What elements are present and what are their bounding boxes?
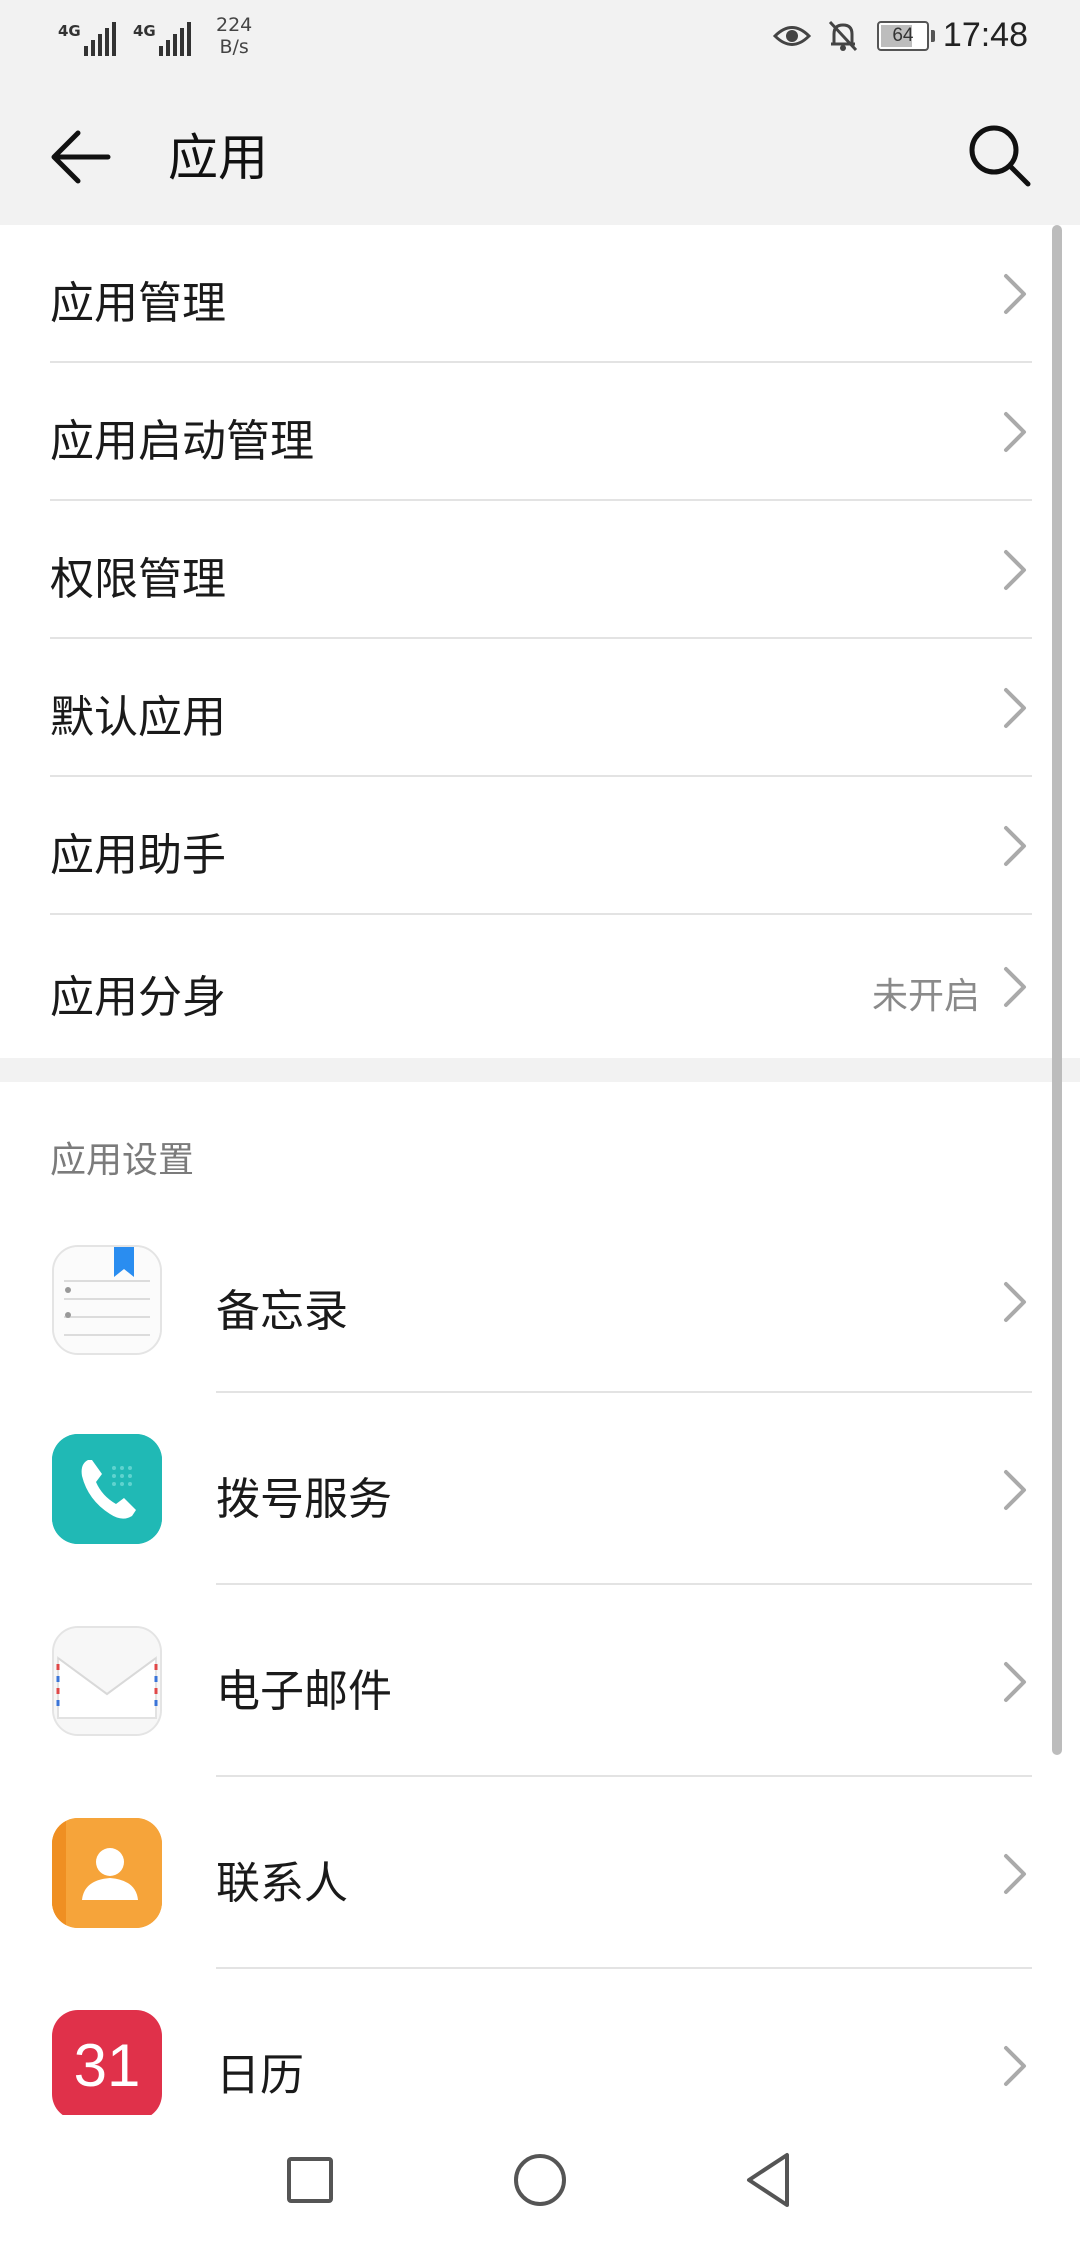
signal-1: 4G [58,16,119,56]
menu-item-permission-management[interactable]: 权限管理 [0,501,1080,639]
chevron-right-icon [1004,2046,1026,2086]
menu-item-app-twin[interactable]: 应用分身 未开启 [0,915,1080,1058]
chevron-right-icon [1004,967,1026,1007]
app-bar: 应用 [0,80,1080,225]
home-icon [514,2154,566,2206]
signal-bars-icon [84,22,119,56]
network-speed-value: 224 [216,14,253,36]
app-item-label: 电子邮件 [216,1666,392,1717]
section-separator [0,1058,1080,1082]
clock: 17:48 [942,16,1028,54]
app-item-label: 备忘录 [216,1286,348,1337]
menu-item-label: 默认应用 [50,692,226,743]
chevron-right-icon [1004,1854,1026,1894]
app-item-label: 日历 [216,2050,304,2101]
menu-item-label: 权限管理 [50,554,226,605]
chevron-right-icon [1004,274,1026,314]
settings-list: 应用管理 应用启动管理 权限管理 默认应用 应用助手 应用分身 未开启 应用设置 [0,225,1080,2115]
battery-level: 64 [892,24,914,46]
menu-item-app-launch-management[interactable]: 应用启动管理 [0,363,1080,501]
chevron-right-icon [1004,550,1026,590]
chevron-right-icon [1004,688,1026,728]
recent-apps-icon [287,2157,333,2203]
calendar-icon: 31 [52,2010,162,2115]
status-left: 4G 4G 224 B/s [58,14,252,58]
back-icon [747,2153,789,2207]
page-title: 应用 [168,129,268,187]
app-item-calendar[interactable]: 31 日历 [0,1969,1080,2115]
menu-item-label: 应用管理 [50,278,226,329]
chevron-right-icon [1004,826,1026,866]
app-item-email[interactable]: 电子邮件 [0,1585,1080,1777]
app-item-notes[interactable]: 备忘录 [0,1225,1080,1393]
mail-icon [52,1626,162,1736]
calendar-icon-date: 31 [73,2031,141,2099]
eye-icon [772,25,811,46]
signal-1-label: 4G [58,22,81,40]
app-item-dialer-service[interactable]: 拨号服务 [0,1393,1080,1585]
status-right: 64 17:48 [772,16,1028,55]
network-speed: 224 B/s [216,14,252,58]
signal-bars-icon [159,22,194,56]
notepad-icon [52,1245,162,1355]
signal-2: 4G [133,16,194,56]
menu-item-label: 应用助手 [50,830,226,881]
search-button[interactable] [960,116,1040,196]
recent-apps-button[interactable] [275,2145,345,2215]
chevron-right-icon [1004,1470,1026,1510]
scrollbar[interactable] [1052,225,1062,1755]
phone-icon [52,1434,162,1544]
app-twin-status: 未开启 [871,976,980,1017]
bell-off-icon [828,20,858,51]
chevron-right-icon [1004,1662,1026,1702]
back-button[interactable] [40,115,124,199]
home-button[interactable] [505,2145,575,2215]
app-item-label: 拨号服务 [216,1474,392,1525]
app-item-label: 联系人 [216,1858,348,1909]
search-icon [969,125,1031,187]
battery-icon: 64 [876,20,935,51]
chevron-right-icon [1004,1282,1026,1322]
arrow-left-icon [51,130,111,184]
network-speed-unit: B/s [219,36,249,58]
menu-item-app-assistant[interactable]: 应用助手 [0,777,1080,915]
status-bar: 4G 4G 224 B/s 64 17:48 [0,0,1080,80]
signal-2-label: 4G [133,22,156,40]
menu-item-app-management[interactable]: 应用管理 [0,225,1080,363]
contacts-icon [52,1818,162,1928]
menu-item-label: 应用分身 [50,972,226,1023]
section-title-app-settings: 应用设置 [50,1140,195,1181]
chevron-right-icon [1004,412,1026,452]
menu-item-default-apps[interactable]: 默认应用 [0,639,1080,777]
menu-item-label: 应用启动管理 [50,416,314,467]
navigation-bar [0,2115,1080,2244]
app-item-contacts[interactable]: 联系人 [0,1777,1080,1969]
nav-back-button[interactable] [735,2145,805,2215]
